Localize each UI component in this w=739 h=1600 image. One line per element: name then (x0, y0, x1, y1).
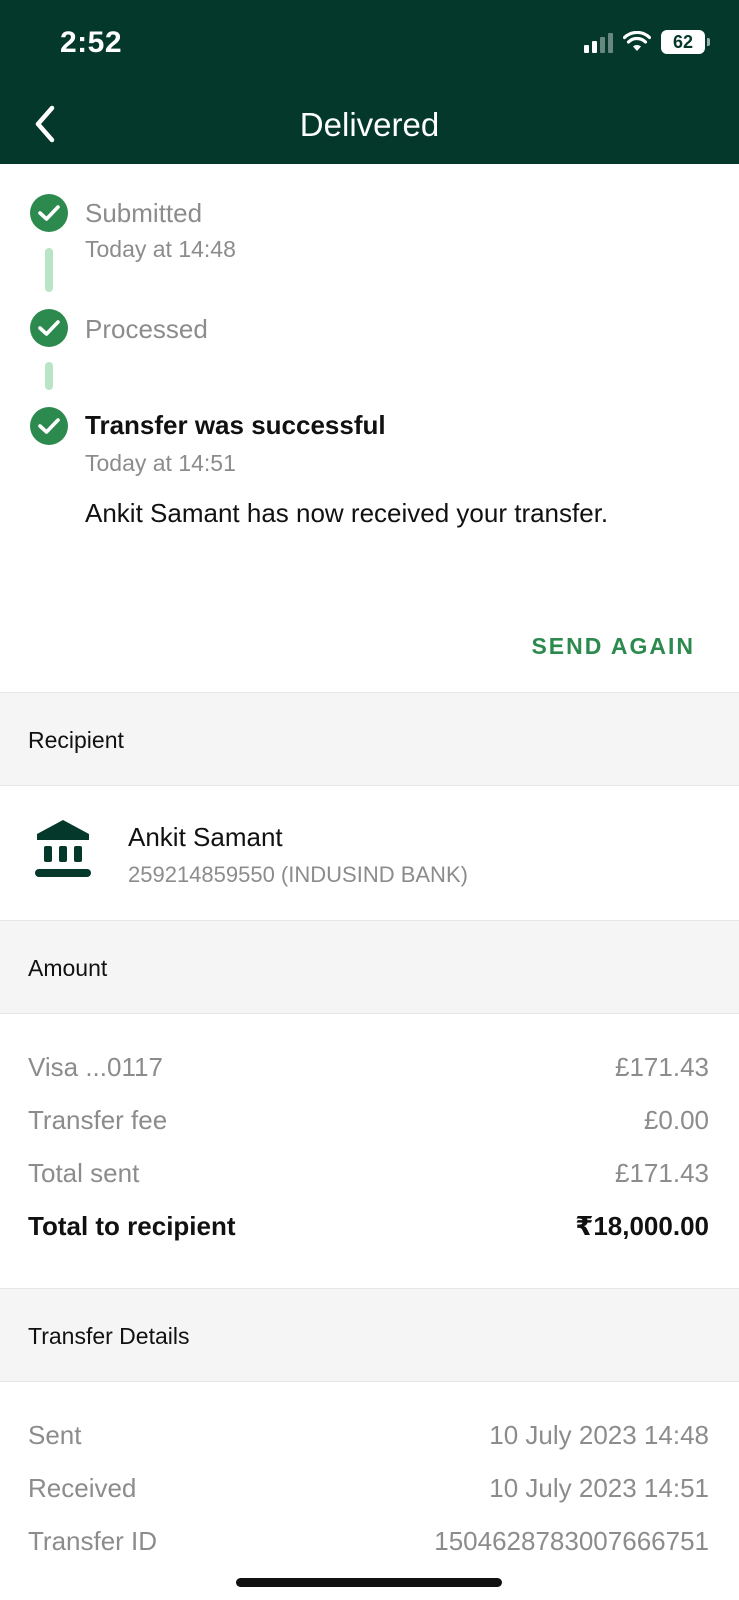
transfer-details-section-header: Transfer Details (0, 1288, 739, 1382)
transfer-status-screen: 2:52 62 Delivered Submitted Today at 14:… (0, 0, 739, 1600)
check-circle-icon (30, 407, 68, 445)
cellular-signal-icon (584, 31, 613, 53)
amount-row-label: Transfer fee (28, 1105, 168, 1135)
battery-icon: 62 (661, 30, 710, 54)
step-success-time: Today at 14:51 (85, 450, 236, 476)
detail-row-label: Sent (28, 1420, 82, 1450)
amount-row-value: ₹18,000.00 (575, 1211, 709, 1241)
amount-row: Visa ...0117 £171.43 (28, 1052, 709, 1083)
recipient-name: Ankit Samant (128, 822, 283, 852)
recipient-account: 259214859550 (INDUSIND BANK) (128, 862, 468, 887)
detail-row-label: Transfer ID (28, 1526, 158, 1556)
amount-row-value: £0.00 (643, 1105, 709, 1135)
amount-row-value: £171.43 (615, 1158, 709, 1188)
bank-icon (35, 820, 91, 877)
amount-row-label: Visa ...0117 (28, 1052, 163, 1082)
detail-row: Sent 10 July 2023 14:48 (28, 1420, 709, 1451)
amount-section-title: Amount (28, 955, 108, 981)
detail-row: Received 10 July 2023 14:51 (28, 1473, 709, 1504)
timeline-connector (45, 362, 53, 390)
send-again-button[interactable]: SEND AGAIN (531, 633, 695, 660)
step-processed-label: Processed (85, 314, 208, 344)
amount-row-value: £171.43 (615, 1052, 709, 1082)
status-bar-icons: 62 (584, 30, 710, 54)
check-circle-icon (30, 194, 68, 232)
amount-row-label: Total to recipient (28, 1211, 236, 1241)
step-submitted-time: Today at 14:48 (85, 236, 236, 262)
step-submitted-label: Submitted (85, 198, 203, 228)
detail-row-label: Received (28, 1473, 137, 1503)
amount-row: Total sent £171.43 (28, 1158, 709, 1189)
recipient-section-title: Recipient (28, 727, 124, 753)
app-header: 2:52 62 Delivered (0, 0, 739, 164)
step-success-description: Ankit Samant has now received your trans… (85, 498, 609, 528)
page-title: Delivered (299, 106, 440, 143)
transfer-details-section-title: Transfer Details (28, 1323, 190, 1349)
wifi-icon (623, 31, 651, 51)
amount-row: Transfer fee £0.00 (28, 1105, 709, 1136)
detail-row-value: 10 July 2023 14:51 (489, 1473, 709, 1503)
recipient-section-header: Recipient (0, 692, 739, 786)
detail-row-value: 10 July 2023 14:48 (489, 1420, 709, 1450)
amount-row-label: Total sent (28, 1158, 140, 1188)
timeline-connector (45, 248, 53, 292)
check-circle-icon (30, 309, 68, 347)
status-bar-time: 2:52 (60, 26, 123, 59)
detail-row: Transfer ID 1504628783007666751 (28, 1526, 709, 1557)
amount-section-header: Amount (0, 920, 739, 1014)
home-indicator[interactable] (236, 1578, 502, 1587)
detail-row-value[interactable]: 1504628783007666751 (434, 1526, 709, 1557)
step-success-label: Transfer was successful (85, 410, 386, 440)
recipient-row[interactable]: Ankit Samant 259214859550 (INDUSIND BANK… (0, 786, 739, 920)
amount-total-row: Total to recipient ₹18,000.00 (28, 1211, 709, 1242)
